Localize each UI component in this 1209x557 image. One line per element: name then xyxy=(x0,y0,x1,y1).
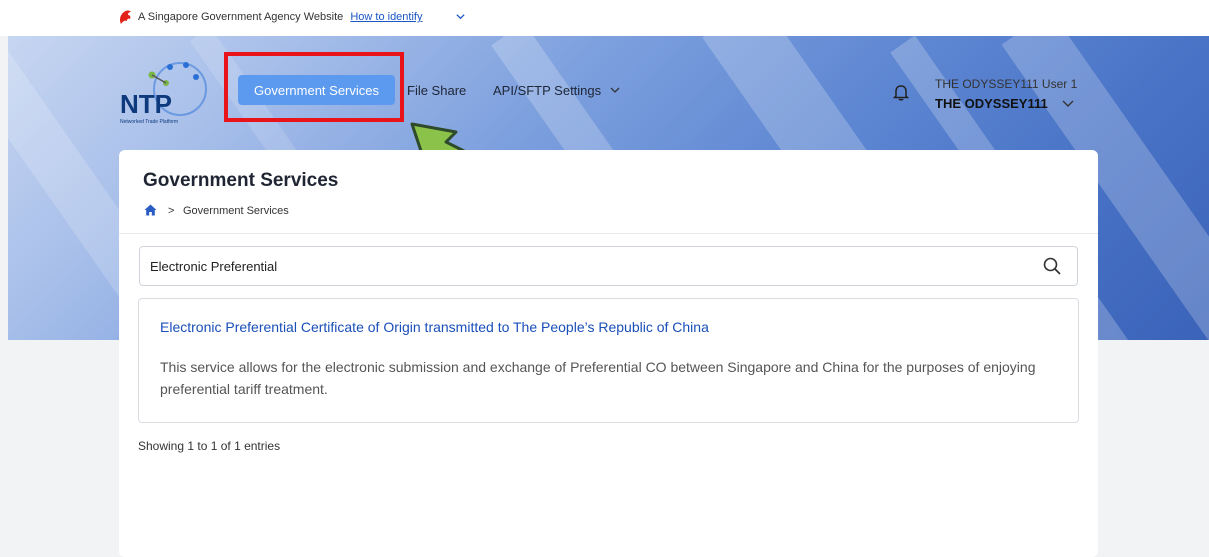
divider xyxy=(119,233,1098,234)
user-name: THE ODYSSEY111 User 1 xyxy=(935,77,1078,91)
chevron-down-icon[interactable] xyxy=(455,11,466,22)
result-title-link[interactable]: Electronic Preferential Certificate of O… xyxy=(160,319,709,335)
breadcrumb-current: Government Services xyxy=(183,205,289,217)
nav-api-sftp-settings[interactable]: API/SFTP Settings xyxy=(493,83,621,98)
home-icon[interactable] xyxy=(144,204,157,216)
ntp-logo[interactable]: NTP Networked Trade Platform xyxy=(118,55,213,127)
svg-text:Networked Trade Platform: Networked Trade Platform xyxy=(120,119,178,125)
page-title: Government Services xyxy=(143,170,339,191)
singapore-lion-icon xyxy=(120,10,131,24)
nav-file-share[interactable]: File Share xyxy=(407,83,466,98)
chevron-down-icon[interactable] xyxy=(1061,98,1075,108)
pagination-summary: Showing 1 to 1 of 1 entries xyxy=(138,439,281,453)
masthead-text: A Singapore Government Agency Website xyxy=(138,11,344,23)
how-to-identify-link[interactable]: How to identify xyxy=(350,11,422,23)
chevron-down-icon xyxy=(610,87,620,93)
result-description: This service allows for the electronic s… xyxy=(160,359,1036,397)
highlight-box xyxy=(224,52,404,122)
search-box xyxy=(139,246,1078,286)
nav-api-sftp-label: API/SFTP Settings xyxy=(493,83,602,98)
notification-bell-icon[interactable] xyxy=(893,83,909,101)
svg-text:NTP: NTP xyxy=(120,89,172,119)
user-organisation[interactable]: THE ODYSSEY111 xyxy=(935,96,1048,111)
result-card: Electronic Preferential Certificate of O… xyxy=(138,298,1079,423)
breadcrumb-separator: > xyxy=(168,205,175,217)
search-icon[interactable] xyxy=(1043,257,1061,275)
search-input[interactable] xyxy=(150,257,1010,275)
gov-masthead: A Singapore Government Agency Website Ho… xyxy=(0,0,1209,36)
